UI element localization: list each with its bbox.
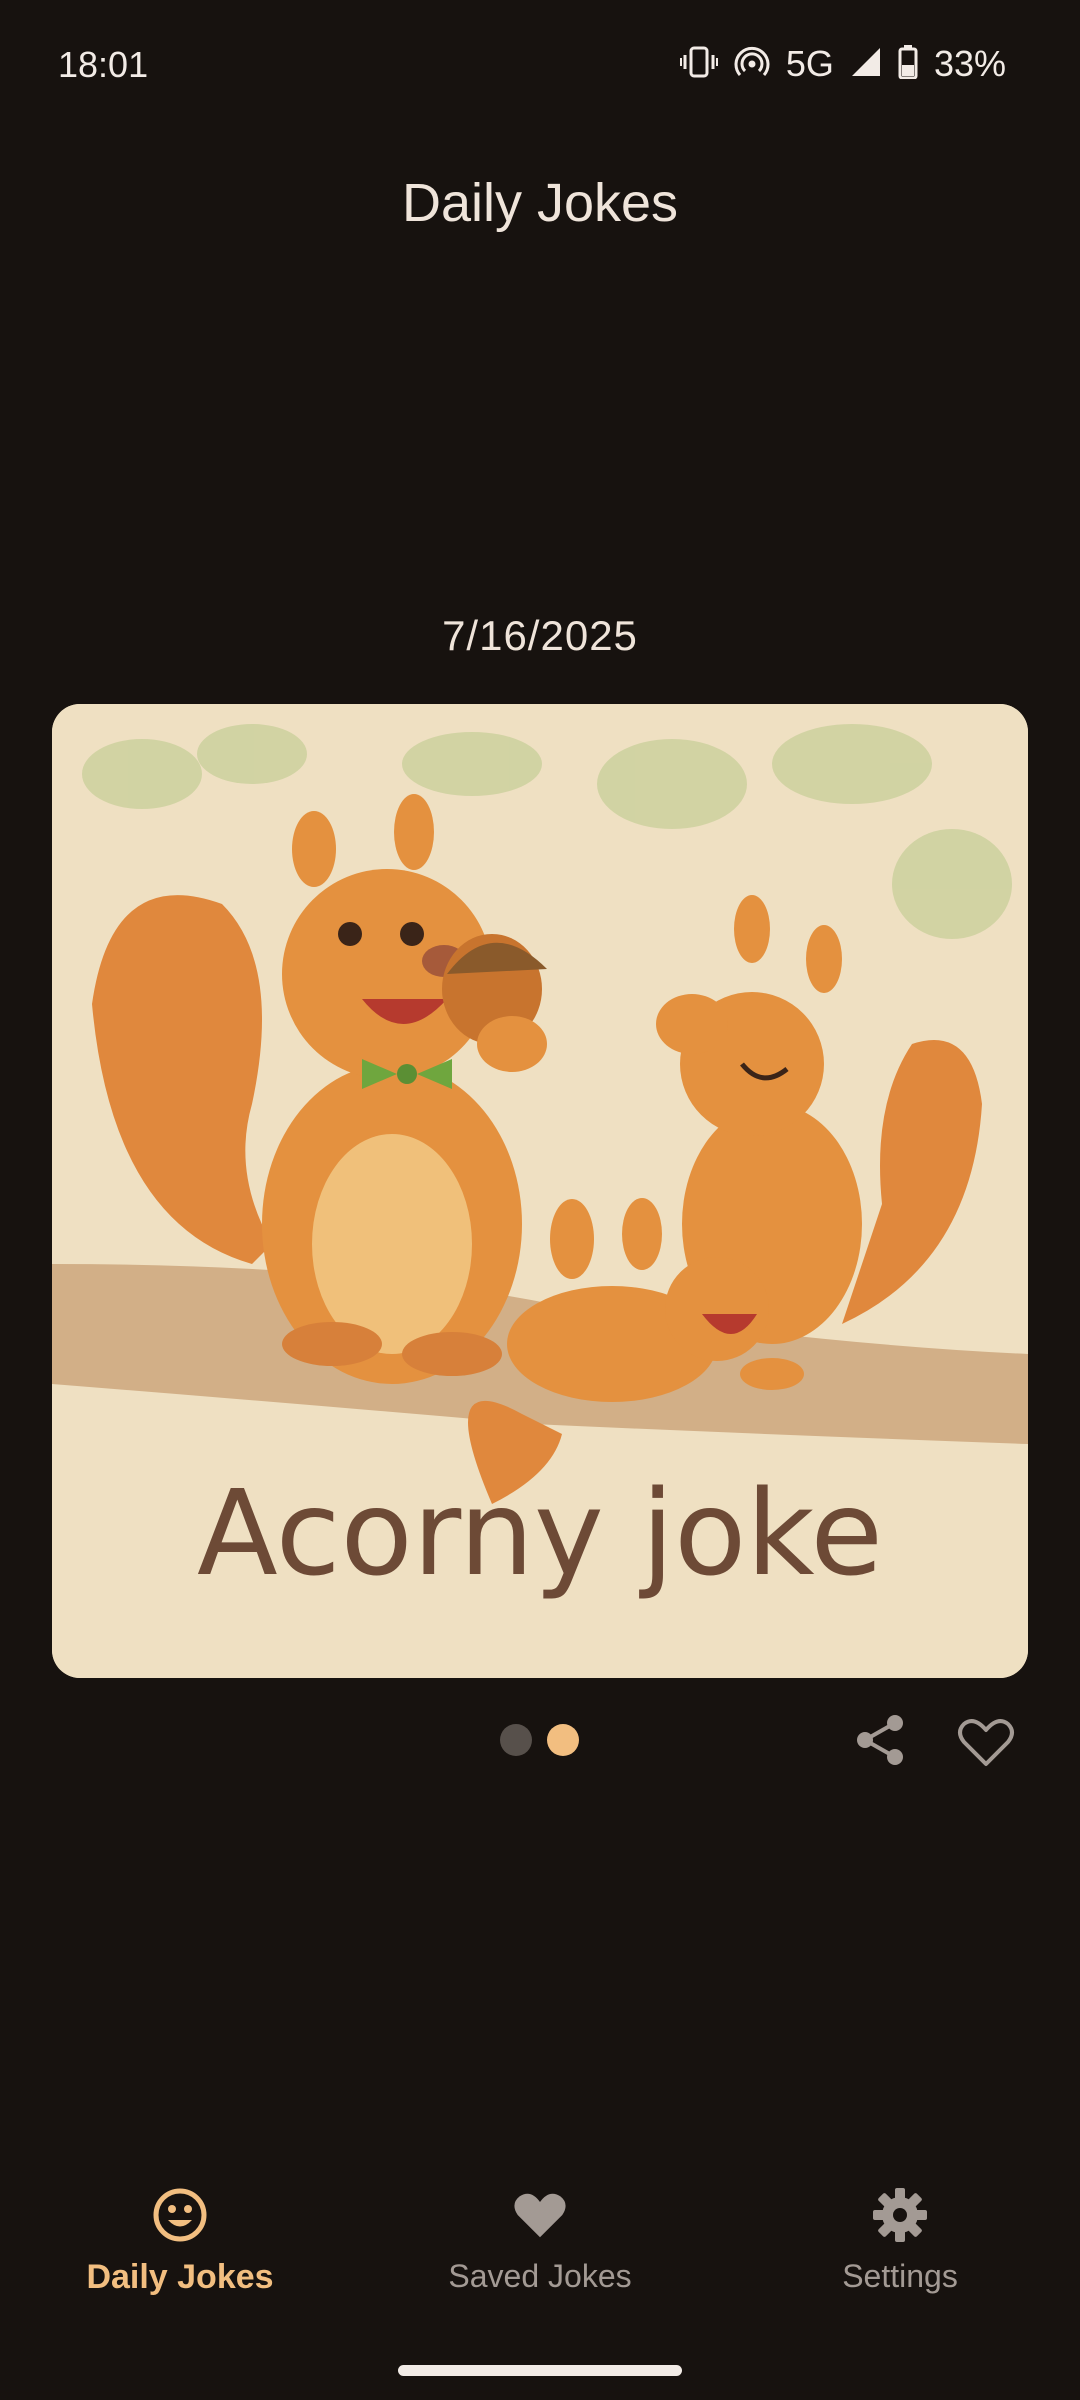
hotspot-icon xyxy=(734,46,770,83)
heart-outline-icon xyxy=(958,1719,1014,1766)
page-dot-2[interactable] xyxy=(547,1724,579,1756)
battery-level: 33% xyxy=(933,43,1006,84)
page-title: Daily Jokes xyxy=(401,173,679,233)
joke-image-card[interactable]: Acorny joke xyxy=(52,704,1028,1678)
nav-item-daily-jokes[interactable]: Daily Jokes xyxy=(30,2180,330,2297)
bottom-navigation: Daily Jokes Saved Jokes Settings xyxy=(0,2180,1080,2330)
network-type: 5G xyxy=(785,43,834,84)
gear-icon xyxy=(873,2188,927,2242)
page-indicator xyxy=(500,1724,579,1756)
vibrate-icon xyxy=(679,46,718,83)
signal-icon xyxy=(850,46,882,83)
share-icon xyxy=(857,1715,903,1765)
image-caption: Acorny joke xyxy=(197,1464,883,1602)
status-icons: 5G 33% xyxy=(679,40,1006,88)
status-bar: 18:01 5G 33% xyxy=(0,0,1080,134)
status-time: 18:01 xyxy=(58,44,149,85)
page-dot-1[interactable] xyxy=(500,1724,532,1756)
joke-date: 7/16/2025 xyxy=(442,612,638,659)
smiley-icon xyxy=(153,2188,207,2242)
home-indicator[interactable] xyxy=(398,2365,682,2376)
battery-icon xyxy=(898,44,918,84)
nav-label-daily-jokes: Daily Jokes xyxy=(86,2258,274,2296)
share-button[interactable] xyxy=(852,1712,908,1768)
nav-label-saved-jokes: Saved Jokes xyxy=(448,2258,632,2294)
squirrels-illustration: Acorny joke xyxy=(52,704,1028,1678)
nav-item-settings[interactable]: Settings xyxy=(750,2180,1050,2295)
nav-item-saved-jokes[interactable]: Saved Jokes xyxy=(390,2180,690,2295)
nav-label-settings: Settings xyxy=(842,2258,958,2294)
heart-icon xyxy=(514,2193,566,2238)
favorite-button[interactable] xyxy=(956,1714,1016,1770)
